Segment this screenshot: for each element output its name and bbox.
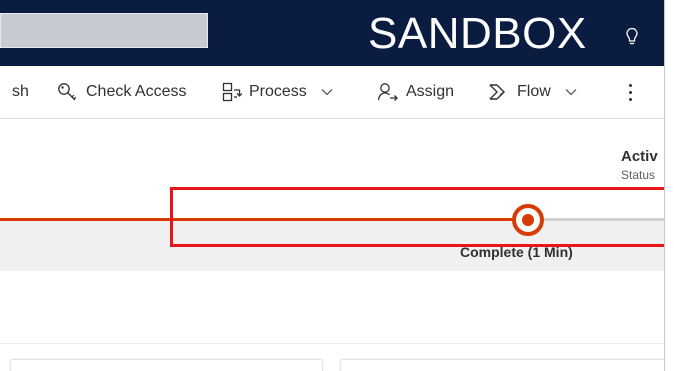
status-value: Activ xyxy=(621,148,658,165)
status-label: Status xyxy=(621,168,656,182)
assign-icon xyxy=(377,83,398,101)
form-card-left xyxy=(10,359,323,371)
section-divider xyxy=(0,343,664,344)
app-frame: SANDBOX sh Check Access Process Assign F… xyxy=(0,0,664,371)
search-input[interactable] xyxy=(0,13,208,48)
flow-icon xyxy=(489,84,505,100)
refresh-button-label: sh xyxy=(12,83,29,100)
process-label: Process xyxy=(249,83,307,100)
refresh-button[interactable]: sh xyxy=(12,66,29,118)
page-margin xyxy=(664,0,674,371)
chevron-down-icon xyxy=(321,89,333,96)
assign-label: Assign xyxy=(406,83,455,100)
process-button[interactable]: Process xyxy=(222,66,333,118)
check-access-label: Check Access xyxy=(86,83,187,100)
flow-label: Flow xyxy=(517,83,551,100)
top-header: SANDBOX xyxy=(0,0,664,66)
command-bar: sh Check Access Process Assign Flow xyxy=(0,66,664,119)
lightbulb-icon[interactable] xyxy=(624,26,640,48)
key-icon xyxy=(58,83,77,101)
check-access-button[interactable]: Check Access xyxy=(57,66,186,118)
assign-button[interactable]: Assign xyxy=(377,66,454,118)
form-card-right xyxy=(340,359,664,371)
window-edge xyxy=(664,0,665,371)
flow-button[interactable]: Flow xyxy=(488,66,577,118)
process-icon xyxy=(222,82,242,102)
more-vertical-icon[interactable] xyxy=(626,82,634,104)
highlight-annotation xyxy=(170,187,664,247)
chevron-down-icon xyxy=(565,89,577,96)
environment-label: SANDBOX xyxy=(368,9,587,58)
